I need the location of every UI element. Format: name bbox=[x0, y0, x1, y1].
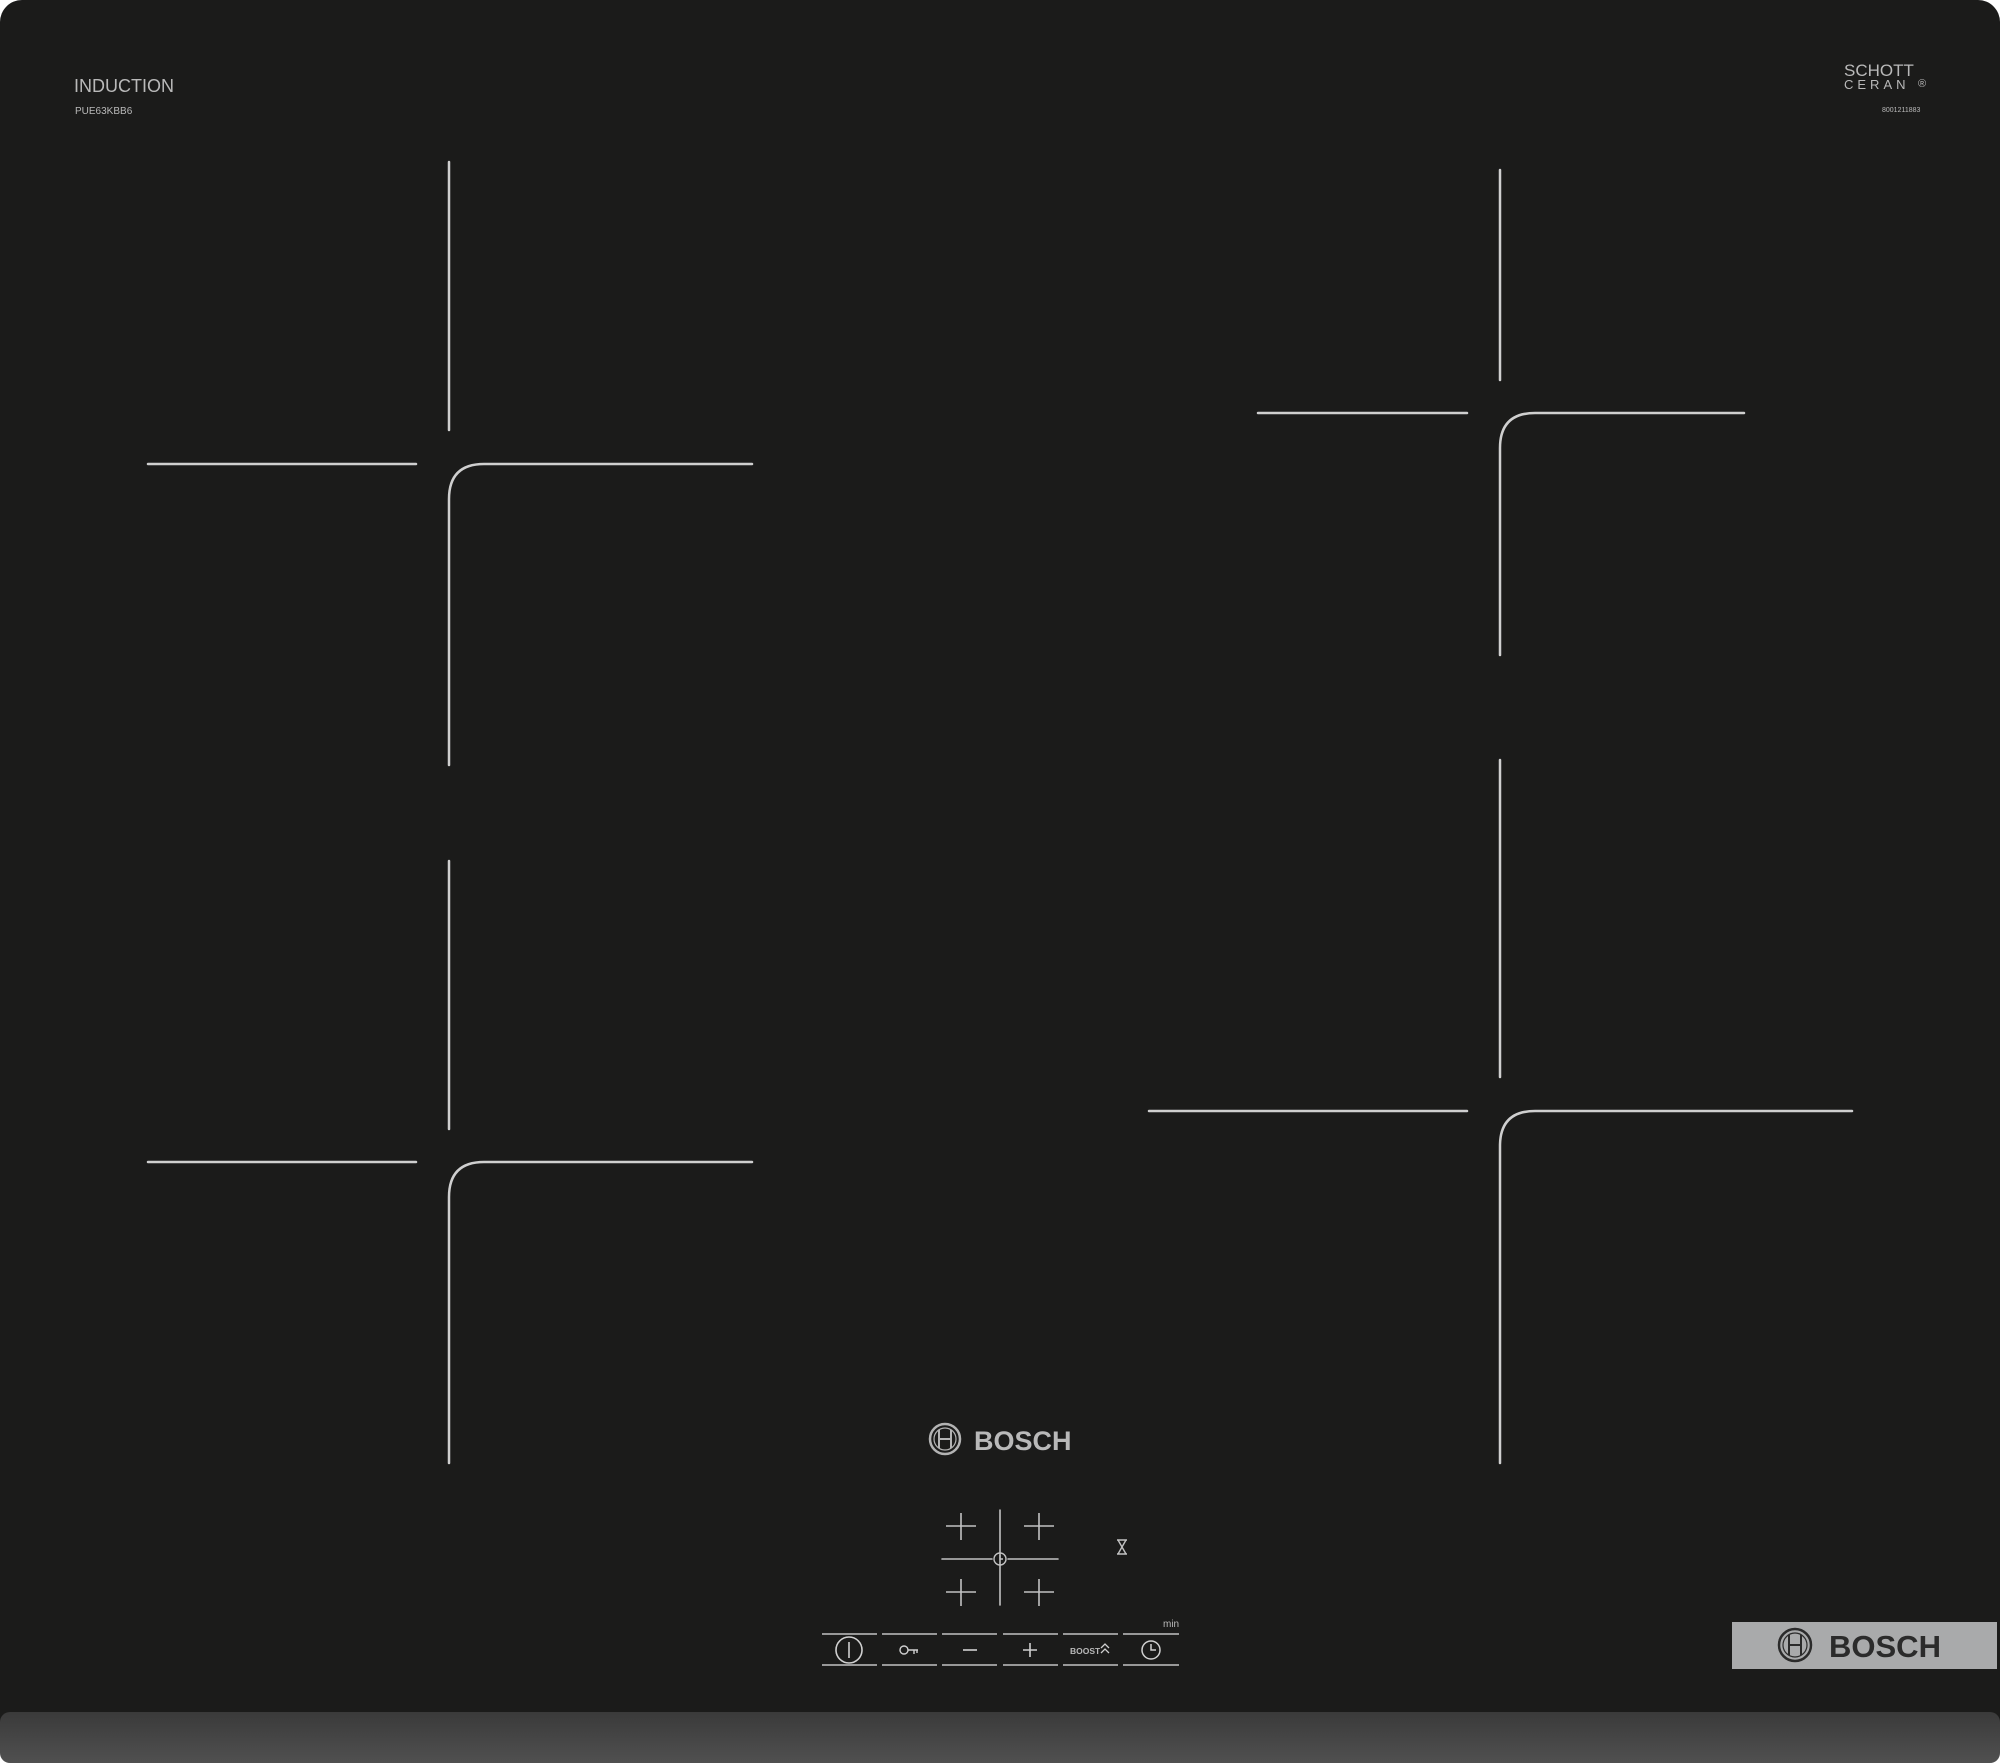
ceran-text: CERAN bbox=[1844, 77, 1910, 92]
zone-select-front-left[interactable] bbox=[942, 1574, 980, 1612]
zone-select-rear-right[interactable] bbox=[1020, 1508, 1058, 1546]
front-frame bbox=[0, 1712, 2000, 1763]
induction-hob: INDUCTION PUE63KBB6 SCHOTT CERAN ® 80012… bbox=[0, 0, 2000, 1763]
ceran-registered-mark: ® bbox=[1918, 78, 1926, 90]
timer-unit-label: min bbox=[1163, 1619, 1179, 1630]
minus-button[interactable] bbox=[942, 1634, 997, 1665]
bosch-badge: BOSCH bbox=[1732, 1622, 1997, 1669]
bosch-center-text: BOSCH bbox=[974, 1426, 1072, 1456]
plus-button[interactable] bbox=[1003, 1634, 1058, 1665]
timer-button[interactable] bbox=[1123, 1634, 1179, 1665]
induction-label: INDUCTION bbox=[74, 76, 174, 96]
serial-code: 8001211883 bbox=[1882, 107, 1921, 114]
boost-button[interactable]: BOOST bbox=[1063, 1634, 1118, 1665]
zone-select-front-right[interactable] bbox=[1020, 1574, 1058, 1612]
bosch-emblem-icon bbox=[928, 1422, 962, 1456]
glass-surface bbox=[0, 0, 2000, 1763]
model-code: PUE63KBB6 bbox=[75, 106, 133, 117]
power-button[interactable] bbox=[822, 1634, 877, 1665]
child-lock-button[interactable] bbox=[882, 1634, 937, 1665]
bosch-badge-text: BOSCH bbox=[1829, 1629, 1941, 1664]
zone-select-rear-left[interactable] bbox=[942, 1508, 980, 1546]
